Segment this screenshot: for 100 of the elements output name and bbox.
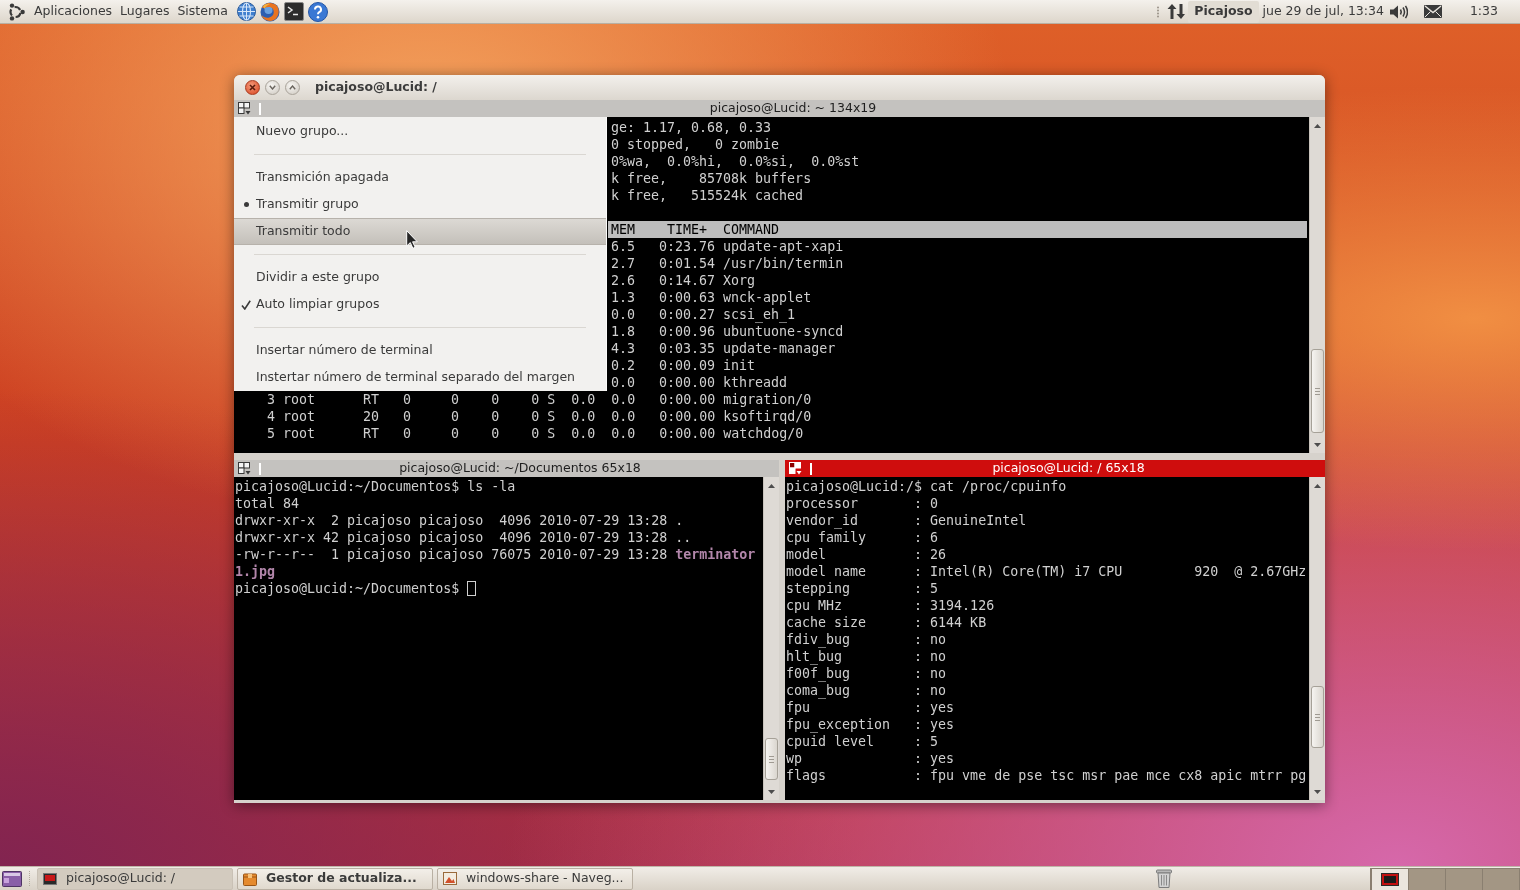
menu-item[interactable]: Instertar número de terminal separado del margen	[234, 364, 606, 391]
terminal-line: -rw-r--r-- 1 picajoso picajoso 76075 2010-07-29 13:28	[235, 547, 668, 562]
grid-icon[interactable]	[789, 462, 802, 475]
terminal-line: model name : Intel(R) Core(TM) i7 CPU 920 @ 2.67GHz	[786, 564, 1307, 579]
terminal-line: 1.3 0:00.63 wnck-applet	[611, 290, 812, 305]
trash-icon[interactable]	[1156, 869, 1172, 888]
terminal-line: flags : fpu vme de pse tsc msr pae mce cx8 apic mtrr pg	[786, 768, 1307, 783]
scroll-up-arrow-icon[interactable]	[1314, 124, 1321, 128]
process-table-header: MEM TIME+ COMMAND	[608, 221, 1307, 238]
terminal-line: fpu_exception : yes	[786, 717, 955, 732]
window-thumbnail-icon	[1381, 873, 1399, 886]
grid-icon[interactable]	[238, 462, 251, 475]
menu-item[interactable]: Transmición apagada	[234, 164, 606, 191]
terminal-title-bar[interactable]: picajoso@Lucid: / 65x18	[785, 460, 1325, 477]
scrollbar[interactable]	[1309, 117, 1325, 453]
file-name: terminator	[675, 547, 756, 562]
taskbar-button[interactable]: windows-share - Naveg...	[437, 867, 633, 890]
terminal-line: 1.8 0:00.96 ubuntuone-syncd	[611, 324, 844, 339]
framed-picture-icon	[443, 872, 457, 885]
terminal-line: fpu : yes	[786, 700, 955, 715]
panel-menu[interactable]: Sistema	[173, 0, 232, 23]
workspace-button[interactable]	[1371, 868, 1408, 890]
terminal-title: picajoso@Lucid: ~ 134x19	[709, 99, 877, 118]
close-button[interactable]	[245, 80, 260, 95]
scroll-down-arrow-icon[interactable]	[1314, 442, 1321, 447]
terminal-line: cpu family : 6	[786, 530, 939, 545]
minimize-button[interactable]	[265, 80, 280, 95]
chevron-up-icon	[289, 85, 296, 90]
maximize-button[interactable]	[285, 80, 300, 95]
terminal-line: processor : 0	[786, 496, 939, 511]
terminal-line: coma_bug : no	[786, 683, 947, 698]
status-time[interactable]: 1:33	[1469, 2, 1498, 21]
scroll-down-arrow-icon[interactable]	[768, 789, 775, 794]
terminal-line: 4.3 0:03.35 update-manager	[611, 341, 836, 356]
terminal-line: stepping : 5	[786, 581, 939, 596]
clock[interactable]: jue 29 de jul, 13:34	[1262, 2, 1384, 21]
terminal-line: fdiv_bug : no	[786, 632, 947, 647]
chevron-down-icon	[269, 85, 276, 90]
terminal-line: wp : yes	[786, 751, 955, 766]
file-name: 1.jpg	[235, 564, 276, 579]
terminal-line: f00f_bug : no	[786, 666, 947, 681]
fox-globe-icon[interactable]	[259, 1, 280, 22]
menu-item[interactable]: Nuevo grupo...	[234, 118, 606, 145]
drag-handle-icon[interactable]	[1156, 5, 1161, 18]
help-icon[interactable]	[307, 1, 328, 22]
grid-icon[interactable]	[238, 102, 251, 115]
terminal-line: 0.0 0:00.27 scsi_eh_1	[611, 307, 796, 322]
logo-icon[interactable]	[7, 2, 25, 21]
terminal-line: 3 root RT 0 0 0 0 S 0.0 0.0 0:00.00 migration/0	[267, 392, 812, 407]
terminal-line: k free, 515524k cached	[611, 188, 804, 203]
terminal-line: 2.6 0:14.67 Xorg	[611, 273, 756, 288]
terminal-title-bar[interactable]: picajoso@Lucid: ~/Documentos 65x18	[234, 460, 779, 477]
panel-menu[interactable]: Lugares	[116, 0, 174, 23]
menu-item[interactable]: Transmitir todo	[234, 218, 606, 245]
window-title-bar[interactable]: picajoso@Lucid: /	[234, 75, 1325, 100]
terminal-line: 0%wa, 0.0%hi, 0.0%si, 0.0%st	[611, 154, 860, 169]
terminal-line: drwxr-xr-x 2 picajoso picajoso 4096 2010-07-29 13:28 .	[235, 513, 684, 528]
globe-icon[interactable]	[236, 2, 256, 21]
scroll-up-arrow-icon[interactable]	[768, 484, 775, 488]
terminal-line: ge: 1.17, 0.68, 0.33	[611, 120, 772, 135]
terminal-line: cpu MHz : 3194.126	[786, 598, 995, 613]
scrollbar-thumb[interactable]	[1311, 686, 1324, 748]
menu-item[interactable]: Transmitir grupo	[234, 191, 606, 218]
panel-menu[interactable]: Aplicaciones	[30, 0, 117, 23]
terminal-line: 0 stopped, 0 zombie	[611, 137, 780, 152]
terminal-line: 6.5 0:23.76 update-apt-xapi	[611, 239, 844, 254]
taskbar-button[interactable]: Gestor de actualiza...	[237, 867, 433, 890]
scroll-up-arrow-icon[interactable]	[1314, 484, 1321, 488]
terminal-line: cache size : 6144 KB	[786, 615, 987, 630]
user-menu[interactable]: Picajoso	[1188, 0, 1259, 23]
menu-item[interactable]: Auto limpiar grupos	[234, 291, 606, 318]
drag-handle-icon[interactable]	[28, 870, 31, 887]
monitor-icon	[43, 872, 57, 885]
terminal-icon[interactable]	[283, 2, 304, 21]
scrollbar[interactable]	[1309, 477, 1325, 800]
desktop-icon[interactable]	[2, 870, 22, 887]
terminal-title: picajoso@Lucid: ~/Documentos 65x18	[399, 459, 641, 478]
terminal-line: 2.7 0:01.54 /usr/bin/termin	[611, 256, 844, 271]
window-title: picajoso@Lucid: /	[315, 78, 437, 97]
terminal-title-bar[interactable]: picajoso@Lucid: ~ 134x19	[234, 100, 1325, 117]
menu-item[interactable]: Insertar número de terminal	[234, 337, 606, 364]
terminal-line: picajoso@Lucid:~/Documentos$ ls -la	[235, 479, 516, 494]
scroll-down-arrow-icon[interactable]	[1314, 789, 1321, 794]
terminal-line: vendor_id : GenuineIntel	[786, 513, 1027, 528]
terminal-screen[interactable]	[234, 477, 763, 800]
taskbar-button[interactable]: picajoso@Lucid: /	[37, 867, 233, 890]
envelope-icon[interactable]	[1423, 5, 1442, 18]
terminal-line: model : 26	[786, 547, 947, 562]
mouse-pointer-icon	[406, 230, 418, 249]
menu-item[interactable]: Dividir a este grupo	[234, 264, 606, 291]
terminal-line: k free, 85708k buffers	[611, 171, 812, 186]
scrollbar-thumb[interactable]	[1311, 349, 1324, 433]
up-down-arrows-icon[interactable]	[1167, 3, 1186, 20]
scrollbar-thumb[interactable]	[765, 738, 778, 780]
terminal-screen[interactable]	[785, 477, 1309, 800]
volume-icon[interactable]	[1389, 4, 1408, 19]
terminal-line: 4 root 20 0 0 0 0 S 0.0 0.0 0:00.00 ksoftirqd/0	[267, 409, 812, 424]
scrollbar[interactable]	[763, 477, 779, 800]
terminal-line: picajoso@Lucid:/$ cat /proc/cpuinfo	[786, 479, 1067, 494]
terminal-title: picajoso@Lucid: / 65x18	[992, 459, 1145, 478]
